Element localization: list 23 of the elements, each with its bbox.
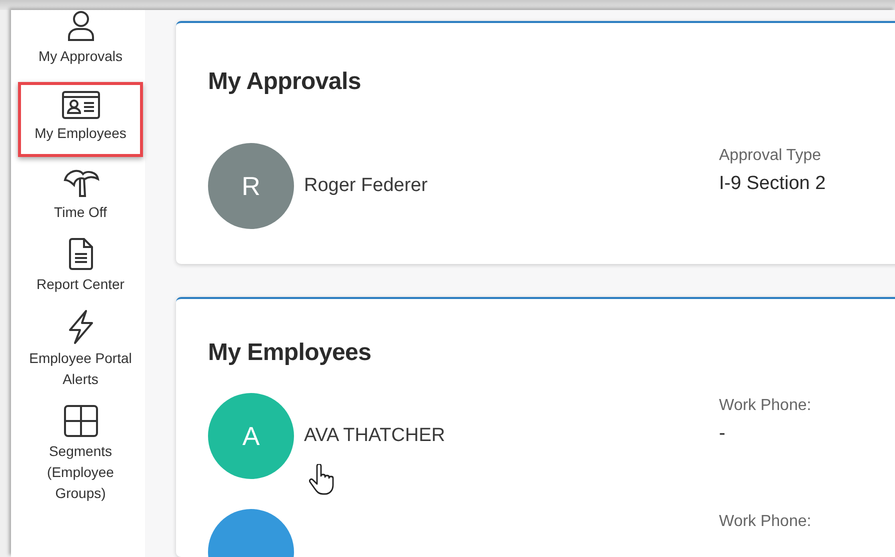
avatar: R (208, 143, 294, 229)
field-label: Approval Type (719, 147, 822, 165)
person-icon (66, 10, 96, 42)
card-title: My Approvals (208, 68, 362, 96)
sidebar-item[interactable]: Segments (Employee Groups) (18, 402, 143, 516)
sidebar-item[interactable]: Report Center (18, 235, 143, 307)
field-value: I-9 Section 2 (719, 173, 826, 195)
field-label: Work Phone: (719, 397, 812, 415)
document-icon (68, 238, 94, 270)
grid-icon (64, 405, 98, 437)
avatar: A (208, 393, 294, 479)
sidebar-item[interactable]: My Approvals (18, 10, 143, 79)
id-card-icon (62, 91, 100, 119)
field-label: Work Phone: (719, 513, 812, 531)
hand-cursor-icon (309, 464, 335, 496)
person-name[interactable]: AVA THATCHER (304, 425, 446, 446)
field-value: - (719, 423, 726, 445)
person-name[interactable]: Roger Federer (304, 175, 428, 196)
card-title: My Employees (208, 339, 372, 367)
sidebar-item[interactable]: My Employees (18, 82, 143, 157)
lightning-icon (66, 310, 94, 344)
sidebar-item[interactable]: Employee Portal Alerts (18, 307, 143, 402)
sidebar-item[interactable]: Time Off (18, 163, 143, 235)
